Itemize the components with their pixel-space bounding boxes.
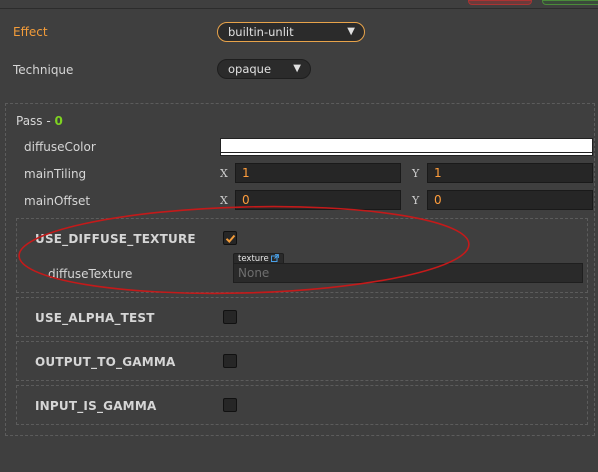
define-output-to-gamma-label: OUTPUT_TO_GAMMA bbox=[35, 355, 176, 369]
define-input-is-gamma-label: INPUT_IS_GAMMA bbox=[35, 399, 157, 413]
main-offset-label: mainOffset bbox=[24, 194, 91, 208]
pass-title: Pass - 0 bbox=[16, 114, 63, 128]
diffuse-texture-label: diffuseTexture bbox=[48, 267, 133, 281]
effect-dropdown[interactable]: builtin-unlit ▼ bbox=[217, 22, 365, 42]
external-link-icon bbox=[271, 254, 280, 262]
input-is-gamma-checkbox[interactable] bbox=[223, 398, 237, 412]
main-offset-y-input[interactable]: 0 bbox=[427, 190, 593, 210]
main-offset-x-axis: X bbox=[220, 194, 228, 207]
top-divider bbox=[0, 8, 598, 9]
technique-label: Technique bbox=[13, 63, 74, 77]
use-diffuse-texture-checkbox[interactable] bbox=[223, 231, 237, 245]
main-tiling-x-axis: X bbox=[220, 167, 228, 180]
pass-label: Pass - bbox=[16, 114, 55, 128]
top-button-fragment-green[interactable] bbox=[542, 0, 598, 5]
chevron-down-icon: ▼ bbox=[293, 63, 301, 74]
diffuse-color-swatch[interactable] bbox=[220, 138, 593, 156]
chevron-down-icon: ▼ bbox=[347, 26, 355, 37]
main-offset-x-input[interactable]: 0 bbox=[235, 190, 401, 210]
pass-index: 0 bbox=[54, 114, 63, 128]
diffuse-texture-field[interactable]: None bbox=[233, 263, 583, 283]
main-offset-y-axis: Y bbox=[412, 194, 420, 207]
technique-dropdown[interactable]: opaque ▼ bbox=[217, 59, 311, 79]
define-use-alpha-test-label: USE_ALPHA_TEST bbox=[35, 311, 155, 325]
main-tiling-x-input[interactable]: 1 bbox=[235, 163, 401, 183]
technique-dropdown-value: opaque bbox=[228, 62, 272, 76]
output-to-gamma-checkbox[interactable] bbox=[223, 354, 237, 368]
effect-dropdown-value: builtin-unlit bbox=[228, 25, 294, 39]
define-use-diffuse-texture-label: USE_DIFFUSE_TEXTURE bbox=[35, 232, 196, 246]
use-alpha-test-checkbox[interactable] bbox=[223, 310, 237, 324]
diffuse-color-label: diffuseColor bbox=[24, 140, 96, 154]
top-button-fragment-red[interactable] bbox=[468, 0, 532, 5]
main-tiling-label: mainTiling bbox=[24, 167, 87, 181]
checkmark-icon bbox=[225, 234, 235, 243]
main-tiling-y-axis: Y bbox=[412, 167, 420, 180]
diffuse-color-alpha-bar bbox=[221, 152, 592, 153]
main-tiling-y-input[interactable]: 1 bbox=[427, 163, 593, 183]
effect-label: Effect bbox=[13, 25, 48, 39]
